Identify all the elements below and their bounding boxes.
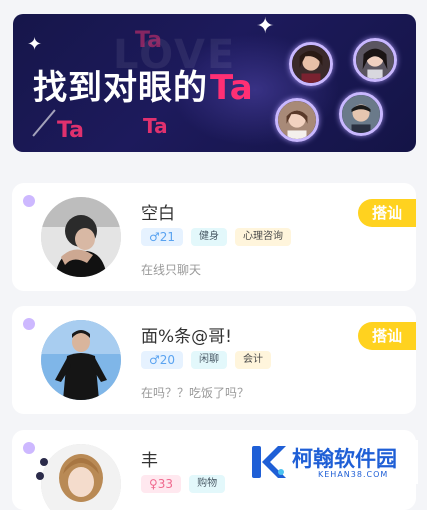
online-dot bbox=[23, 442, 35, 454]
banner-deco-ta: Ta bbox=[135, 28, 163, 53]
banner-deco-ta: Ta bbox=[57, 118, 85, 143]
user-card[interactable]: 面%条@哥! ♂20 闲聊 会计 在吗？？吃饭了吗？ 搭讪 bbox=[12, 306, 416, 414]
banner-title-accent: Ta bbox=[210, 68, 254, 108]
interest-tag: 购物 bbox=[189, 475, 226, 493]
banner-title-main: 找到对眼的 bbox=[33, 68, 208, 108]
watermark-domain: KEHAN38.COM bbox=[318, 470, 389, 479]
male-icon: ♂ bbox=[149, 230, 160, 244]
online-dot bbox=[23, 318, 35, 330]
banner-avatar-bubble bbox=[289, 42, 333, 86]
gender-age-badge: ♀33 bbox=[141, 475, 182, 493]
watermark-text: 柯翰软件园 bbox=[292, 447, 397, 471]
banner-title: 找到对眼的Ta bbox=[33, 60, 254, 109]
decorative-dots-icon bbox=[36, 458, 48, 480]
female-icon: ♀ bbox=[149, 477, 158, 491]
status-text: 在线只聊天 bbox=[141, 263, 202, 277]
online-dot bbox=[23, 195, 35, 207]
gender-age-badge: ♂20 bbox=[141, 351, 184, 369]
interest-tag: 心理咨询 bbox=[235, 228, 292, 246]
age-value: 20 bbox=[159, 353, 176, 367]
tag-list: ♀33 购物 bbox=[141, 475, 226, 493]
interest-tag: 会计 bbox=[235, 351, 272, 369]
banner-avatar-bubble bbox=[353, 38, 397, 82]
interest-tag: 健身 bbox=[191, 228, 228, 246]
sparkle-icon: ✦ bbox=[256, 14, 275, 39]
tag-list: ♂20 闲聊 会计 bbox=[141, 351, 272, 369]
tag-list: ♂21 健身 心理咨询 bbox=[141, 228, 292, 246]
banner-slash-decoration bbox=[32, 109, 56, 137]
greet-button[interactable]: 搭讪 bbox=[358, 322, 416, 350]
greet-button[interactable]: 搭讪 bbox=[358, 199, 416, 227]
sparkle-icon: ✦ bbox=[27, 34, 43, 55]
age-value: 33 bbox=[157, 477, 174, 491]
user-name: 丰 bbox=[141, 451, 158, 471]
interest-tag: 闲聊 bbox=[191, 351, 228, 369]
promo-banner[interactable]: LOVE Ta Ta Ta ✦ ✦ 找到对眼的Ta bbox=[13, 14, 416, 152]
male-icon: ♂ bbox=[149, 353, 160, 367]
banner-avatar-bubble bbox=[339, 92, 383, 136]
banner-deco-ta: Ta bbox=[143, 114, 168, 138]
avatar[interactable] bbox=[41, 320, 121, 400]
watermark-logo: 柯翰软件园 KEHAN38.COM bbox=[248, 440, 418, 484]
user-card[interactable]: 空白 ♂21 健身 心理咨询 在线只聊天 搭讪 bbox=[12, 183, 416, 291]
banner-avatar-bubble bbox=[275, 98, 319, 142]
avatar[interactable] bbox=[41, 444, 121, 510]
avatar[interactable] bbox=[41, 197, 121, 277]
age-value: 21 bbox=[159, 230, 176, 244]
status-text: 在吗？？吃饭了吗？ bbox=[141, 386, 250, 400]
user-name: 空白 bbox=[141, 204, 175, 224]
k-logo-icon bbox=[252, 446, 286, 478]
gender-age-badge: ♂21 bbox=[141, 228, 184, 246]
user-name: 面%条@哥! bbox=[141, 327, 232, 347]
